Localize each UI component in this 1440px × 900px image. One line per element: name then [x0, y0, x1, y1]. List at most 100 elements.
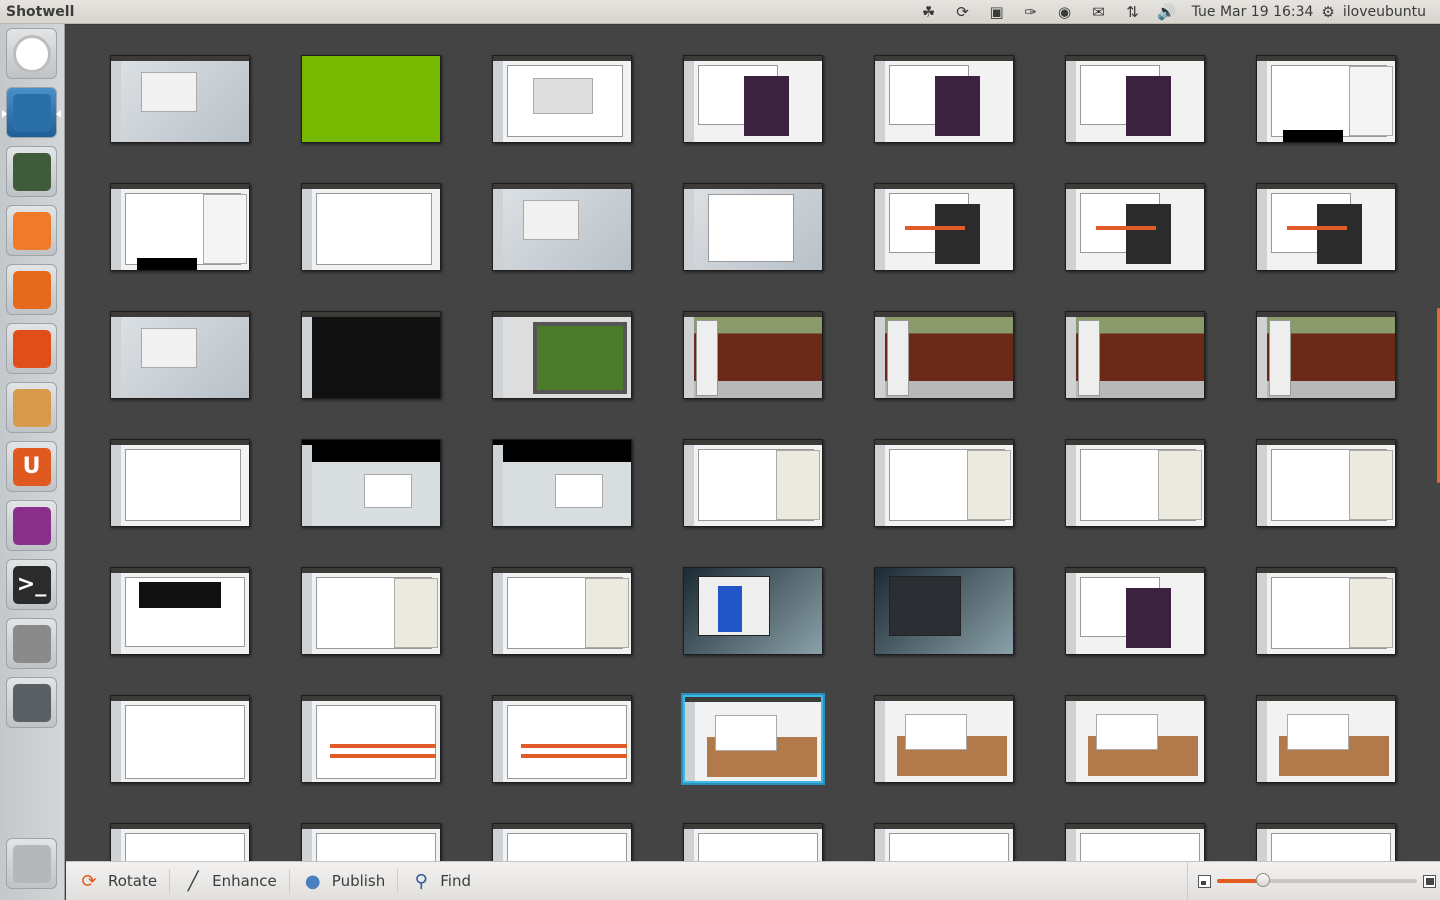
- thumbnail-detail: [111, 445, 121, 526]
- photo-thumbnail[interactable]: [874, 439, 1014, 527]
- launcher-ubuntu-one[interactable]: U: [6, 441, 57, 492]
- photo-thumbnail[interactable]: [1065, 439, 1205, 527]
- photo-thumbnail[interactable]: [110, 695, 250, 783]
- thumbnail-detail: [1269, 320, 1291, 396]
- display-icon[interactable]: ▣: [980, 0, 1014, 24]
- thumbnail-detail: [111, 189, 121, 270]
- photo-thumbnail[interactable]: [683, 695, 823, 783]
- launcher-installer[interactable]: [6, 146, 57, 197]
- photo-thumbnail[interactable]: [492, 311, 632, 399]
- photo-thumbnail[interactable]: [683, 183, 823, 271]
- mail-icon[interactable]: ✉: [1082, 0, 1116, 24]
- eye-icon[interactable]: ◉: [1048, 0, 1082, 24]
- thumbnail-detail: [875, 184, 1013, 189]
- launcher-cheese[interactable]: [6, 500, 57, 551]
- photo-thumbnail[interactable]: [110, 823, 250, 861]
- zoom-slider-handle[interactable]: [1256, 873, 1270, 887]
- thumbnail-detail: [1126, 76, 1171, 136]
- launcher-files[interactable]: [6, 205, 57, 256]
- thumbnail-detail: [1349, 578, 1393, 648]
- photo-thumbnail[interactable]: [1065, 311, 1205, 399]
- session-menu[interactable]: ⚙ iloveubuntu: [1321, 3, 1440, 21]
- photo-thumbnail[interactable]: [1256, 311, 1396, 399]
- photo-thumbnail[interactable]: [492, 55, 632, 143]
- photo-thumbnail[interactable]: [110, 311, 250, 399]
- thumbnail-detail: [302, 568, 440, 573]
- photo-thumbnail[interactable]: [1256, 695, 1396, 783]
- launcher-screenshot[interactable]: [6, 618, 57, 669]
- clock[interactable]: Tue Mar 19 16:34: [1184, 4, 1322, 20]
- publish-button[interactable]: ● Publish: [290, 862, 397, 900]
- launcher-software-center[interactable]: [6, 323, 57, 374]
- camera-icon: [12, 624, 51, 663]
- photo-thumbnail[interactable]: [683, 567, 823, 655]
- thumbnail-detail: [744, 76, 789, 136]
- zoom-slider[interactable]: [1217, 873, 1417, 887]
- attachment-icon[interactable]: ✑: [1014, 0, 1048, 24]
- thumbnail-detail: [316, 705, 436, 779]
- photo-thumbnail[interactable]: [874, 183, 1014, 271]
- photo-grid[interactable]: [66, 25, 1440, 861]
- photo-thumbnail[interactable]: [1065, 567, 1205, 655]
- photo-thumbnail[interactable]: [492, 695, 632, 783]
- photo-thumbnail[interactable]: [492, 567, 632, 655]
- photo-thumbnail[interactable]: [492, 439, 632, 527]
- photo-thumbnail[interactable]: [1065, 695, 1205, 783]
- photo-thumbnail[interactable]: [301, 439, 441, 527]
- photo-thumbnail[interactable]: [301, 183, 441, 271]
- photo-thumbnail[interactable]: [492, 823, 632, 861]
- launcher-dash-home[interactable]: [6, 28, 57, 79]
- evernote-icon[interactable]: ☘: [912, 0, 946, 24]
- photo-thumbnail[interactable]: [683, 823, 823, 861]
- photo-thumbnail[interactable]: [874, 823, 1014, 861]
- photo-thumbnail[interactable]: [301, 567, 441, 655]
- rotate-button[interactable]: ⟳ Rotate: [66, 862, 169, 900]
- thumbnail-detail: [684, 824, 822, 829]
- thumbnail-detail: [875, 701, 885, 782]
- photo-thumbnail[interactable]: [1256, 823, 1396, 861]
- thumbnail-detail: [302, 696, 440, 701]
- photo-thumbnail[interactable]: [301, 695, 441, 783]
- photo-thumbnail[interactable]: [683, 311, 823, 399]
- thumbnail-detail: [1066, 701, 1076, 782]
- photo-thumbnail[interactable]: [1256, 183, 1396, 271]
- network-icon[interactable]: ⇅: [1116, 0, 1150, 24]
- photo-thumbnail[interactable]: [492, 183, 632, 271]
- photo-thumbnail[interactable]: [874, 55, 1014, 143]
- zoom-in-icon[interactable]: [1423, 874, 1436, 888]
- photo-thumbnail[interactable]: [1065, 823, 1205, 861]
- launcher-workspace-switcher[interactable]: [6, 677, 57, 728]
- launcher-trash[interactable]: [6, 838, 57, 889]
- thumbnail-detail: [875, 445, 885, 526]
- photo-thumbnail[interactable]: [110, 439, 250, 527]
- launcher-firefox[interactable]: [6, 264, 57, 315]
- photo-thumbnail[interactable]: [110, 55, 250, 143]
- photo-thumbnail[interactable]: [1065, 55, 1205, 143]
- volume-icon[interactable]: 🔊: [1150, 0, 1184, 24]
- zoom-out-icon[interactable]: [1198, 874, 1211, 888]
- photo-thumbnail[interactable]: [301, 823, 441, 861]
- launcher-shotwell[interactable]: [2, 87, 61, 138]
- launcher-archive[interactable]: [6, 382, 57, 433]
- enhance-button[interactable]: ╱ Enhance: [170, 862, 289, 900]
- photo-thumbnail[interactable]: [874, 311, 1014, 399]
- photo-thumbnail[interactable]: [683, 439, 823, 527]
- photo-thumbnail[interactable]: [683, 55, 823, 143]
- sync-icon[interactable]: ⟳: [946, 0, 980, 24]
- photo-thumbnail[interactable]: [110, 567, 250, 655]
- photo-thumbnail[interactable]: [301, 55, 441, 143]
- thumbnail-detail: [316, 193, 432, 265]
- photo-thumbnail[interactable]: [301, 311, 441, 399]
- photo-thumbnail[interactable]: [874, 695, 1014, 783]
- photo-thumbnail[interactable]: [110, 183, 250, 271]
- thumbnail-detail: [1066, 573, 1076, 654]
- photo-thumbnail[interactable]: [874, 567, 1014, 655]
- photo-thumbnail[interactable]: [1065, 183, 1205, 271]
- photo-thumbnail[interactable]: [1256, 439, 1396, 527]
- thumbnail-detail: [493, 184, 631, 189]
- find-button[interactable]: ⚲ Find: [398, 862, 483, 900]
- photo-thumbnail[interactable]: [1256, 55, 1396, 143]
- launcher-terminal[interactable]: >_: [6, 559, 57, 610]
- photo-thumbnail[interactable]: [1256, 567, 1396, 655]
- workspace-icon: [12, 683, 51, 722]
